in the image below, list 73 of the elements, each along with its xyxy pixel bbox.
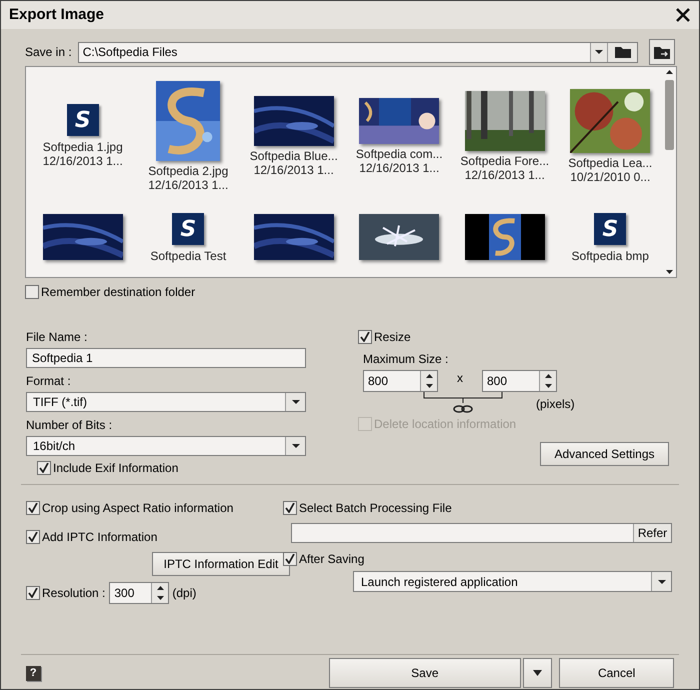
save-in-label: Save in : bbox=[25, 44, 72, 61]
bits-label: Number of Bits : bbox=[26, 417, 114, 434]
pixels-label: (pixels) bbox=[536, 396, 575, 413]
save-button[interactable]: Save bbox=[328, 658, 522, 688]
checkbox-label: Remember destination folder bbox=[41, 284, 196, 301]
logo-icon: S bbox=[172, 213, 204, 245]
spin-arrows-icon[interactable] bbox=[539, 371, 556, 391]
file-name: Softpedia Lea... bbox=[568, 156, 652, 170]
file-date: 12/16/2013 1... bbox=[464, 168, 545, 182]
file-name: Softpedia bmp bbox=[572, 249, 649, 263]
crop-checkbox[interactable] bbox=[26, 501, 40, 515]
format-label: Format : bbox=[26, 373, 72, 390]
resolution-spinner[interactable]: 300 bbox=[109, 582, 170, 604]
path-combobox[interactable]: C:\Softpedia Files bbox=[78, 42, 638, 62]
resolution-checkbox[interactable] bbox=[26, 586, 40, 600]
file-date: 12/16/2013 1... bbox=[254, 162, 334, 176]
file-date: 12/16/2013 1... bbox=[359, 160, 440, 174]
scroll-up-icon[interactable] bbox=[666, 70, 673, 74]
iptc-edit-button[interactable]: IPTC Information Edit bbox=[152, 552, 290, 576]
folder-icon[interactable] bbox=[607, 42, 638, 62]
after-saving-checkbox[interactable] bbox=[283, 552, 297, 566]
after-saving-dropdown[interactable]: Launch registered application bbox=[353, 571, 672, 592]
file-name-label: File Name : bbox=[26, 329, 88, 346]
file-name: Softpedia Fore... bbox=[460, 154, 550, 168]
file-date: 12/16/2013 1... bbox=[42, 154, 123, 168]
file-name: Softpedia 2.jpg bbox=[148, 164, 228, 178]
checkbox-label: Add IPTC Information bbox=[42, 529, 158, 546]
batch-file-field[interactable]: Refer bbox=[291, 523, 672, 543]
logo-icon: S bbox=[594, 213, 626, 245]
save-options-button[interactable] bbox=[523, 658, 552, 688]
logo-icon: S bbox=[66, 104, 99, 136]
refer-button[interactable]: Refer bbox=[633, 524, 671, 542]
caret-icon bbox=[533, 670, 542, 676]
height-spinner[interactable]: 800 bbox=[482, 370, 557, 392]
file-name-field[interactable]: Softpedia 1 bbox=[26, 348, 306, 368]
advanced-settings-button[interactable]: Advanced Settings bbox=[540, 442, 669, 466]
remember-folder-checkbox[interactable] bbox=[25, 285, 39, 299]
maximum-size-label: Maximum Size : bbox=[363, 351, 450, 368]
file-date: 10/21/2010 0... bbox=[570, 170, 650, 184]
resize-checkbox[interactable] bbox=[358, 330, 372, 344]
spin-arrows-icon[interactable] bbox=[151, 583, 168, 603]
checkbox-label: After Saving bbox=[299, 551, 364, 568]
new-folder-button[interactable] bbox=[649, 39, 675, 65]
checkbox-label: Resize bbox=[374, 329, 411, 346]
checkbox-label: Delete location information bbox=[374, 416, 516, 433]
close-icon[interactable] bbox=[675, 7, 691, 23]
checkbox-label: Crop using Aspect Ratio information bbox=[42, 500, 234, 517]
file-name: Softpedia 1.jpg bbox=[42, 140, 123, 154]
checkbox-label: Resolution : bbox=[42, 584, 106, 602]
scroll-down-icon[interactable] bbox=[666, 270, 673, 274]
file-name: Softpedia com... bbox=[356, 146, 443, 160]
scrollbar-thumb[interactable] bbox=[665, 80, 674, 150]
dpi-label: (dpi) bbox=[172, 585, 196, 602]
bits-dropdown[interactable]: 16bit/ch bbox=[26, 436, 306, 456]
file-name: Softpedia Test bbox=[150, 249, 226, 263]
file-name: Softpedia Blue... bbox=[250, 148, 338, 162]
checkbox-label: Select Batch Processing File bbox=[299, 500, 452, 517]
folder-arrow-icon bbox=[654, 46, 670, 58]
checkbox-label: Include Exif Information bbox=[53, 460, 178, 477]
width-spinner[interactable]: 800 bbox=[363, 370, 438, 392]
window-title: Export Image bbox=[9, 4, 104, 25]
after-saving-value: Launch registered application bbox=[360, 574, 519, 590]
times-sign: x bbox=[456, 370, 464, 387]
add-iptc-checkbox[interactable] bbox=[26, 530, 40, 544]
path-value: C:\Softpedia Files bbox=[82, 44, 178, 61]
spin-arrows-icon[interactable] bbox=[420, 371, 437, 391]
help-button[interactable]: ? bbox=[26, 666, 41, 680]
format-dropdown[interactable]: TIFF (*.tif) bbox=[26, 392, 306, 412]
include-exif-checkbox[interactable] bbox=[37, 461, 51, 475]
batch-file-checkbox[interactable] bbox=[283, 501, 297, 515]
file-date: 12/16/2013 1... bbox=[148, 178, 228, 192]
cancel-button[interactable]: Cancel bbox=[559, 658, 674, 688]
link-icon[interactable] bbox=[423, 392, 503, 414]
